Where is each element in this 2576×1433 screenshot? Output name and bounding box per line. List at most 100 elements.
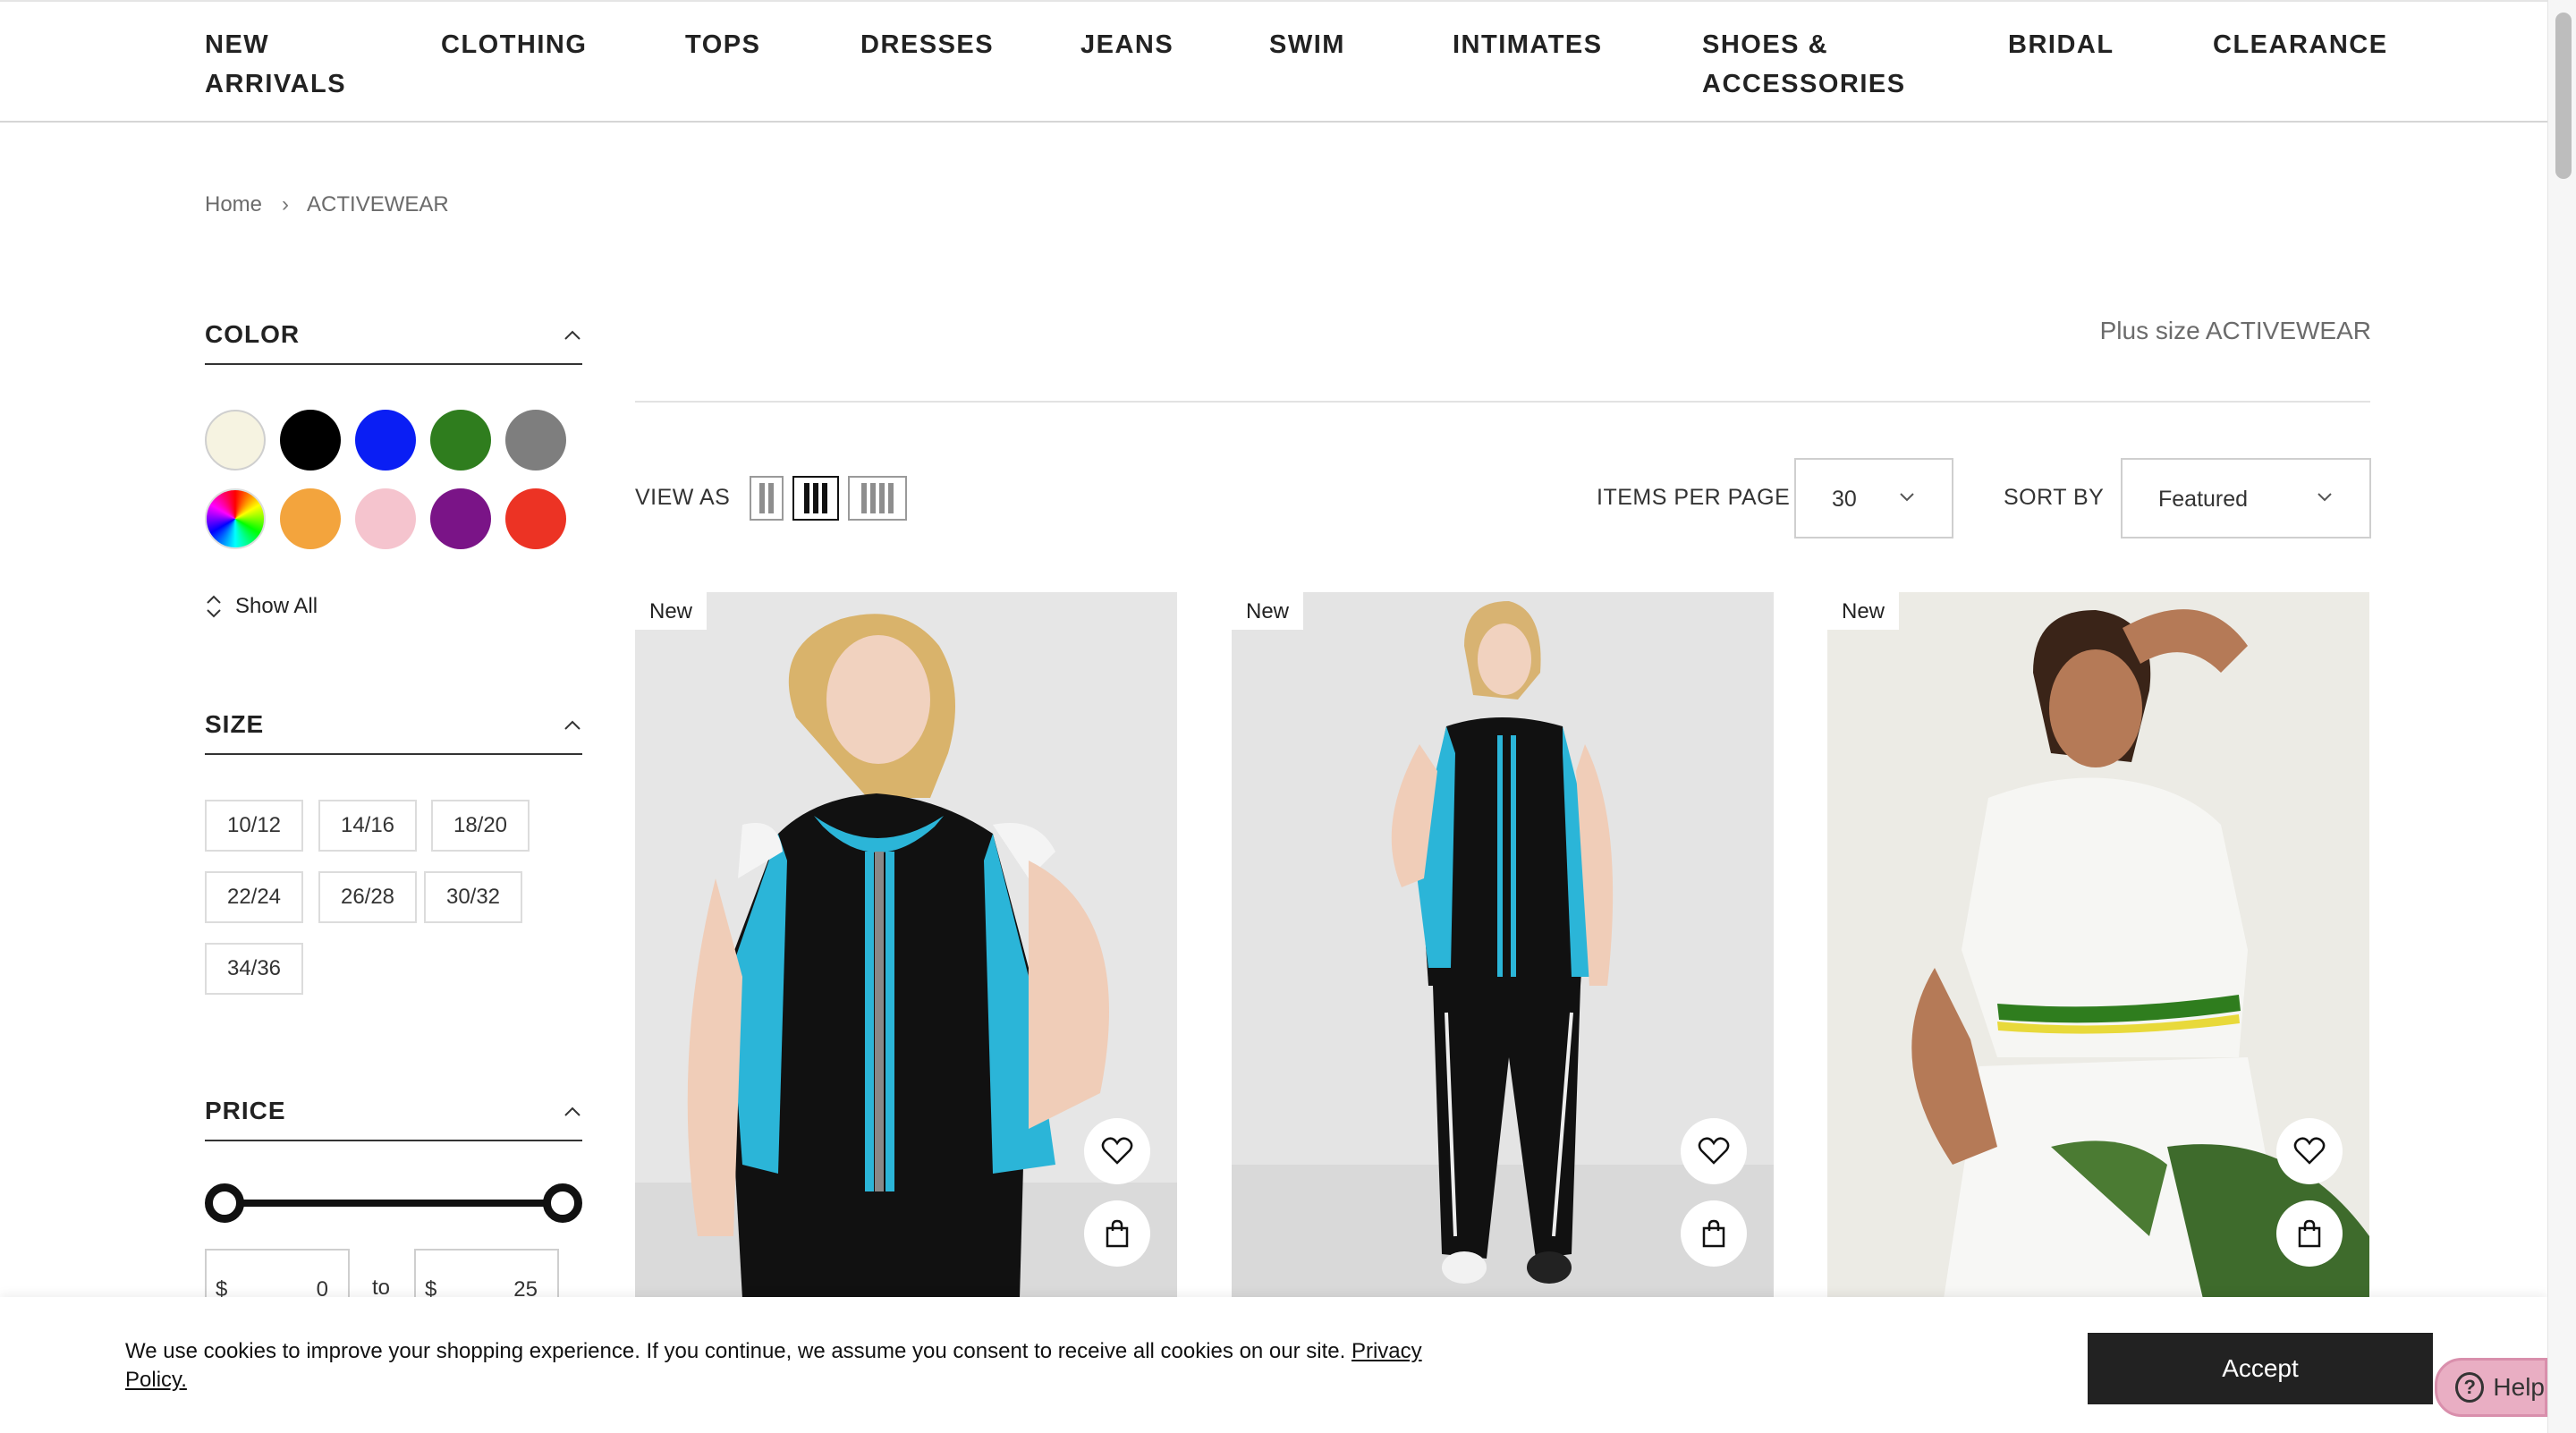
color-swatch-blue[interactable] [355, 410, 416, 471]
add-to-bag-button[interactable] [2276, 1200, 2343, 1267]
nav-bridal[interactable]: BRIDAL [2008, 25, 2114, 64]
product-image [1232, 592, 1774, 1299]
items-per-page-label: ITEMS PER PAGE [1597, 485, 1791, 510]
grid-bar [813, 483, 818, 513]
color-facet-header[interactable]: COLOR [205, 320, 582, 365]
product-card[interactable]: New [1827, 592, 2369, 1299]
cookie-message: We use cookies to improve your shopping … [125, 1337, 1467, 1395]
scrollbar[interactable] [2547, 0, 2576, 1433]
size-option[interactable]: 34/36 [205, 943, 303, 995]
cookie-text: We use cookies to improve your shopping … [125, 1339, 1346, 1363]
wishlist-button[interactable] [2276, 1118, 2343, 1184]
chevron-up-icon[interactable] [563, 716, 582, 735]
grid-bar [861, 483, 867, 513]
color-swatch-orange[interactable] [280, 488, 341, 549]
breadcrumb-home-link[interactable]: Home [205, 192, 262, 217]
nav-jeans[interactable]: JEANS [1080, 25, 1174, 64]
expand-icon [207, 595, 221, 618]
size-facet-header[interactable]: SIZE [205, 710, 582, 755]
wishlist-button[interactable] [1681, 1118, 1747, 1184]
size-option[interactable]: 26/28 [318, 871, 417, 923]
items-per-page-select[interactable]: 30 [1794, 458, 1953, 538]
size-facet-title: SIZE [205, 710, 265, 738]
grid-bar [759, 483, 765, 513]
price-facet-title: PRICE [205, 1097, 286, 1124]
size-option[interactable]: 30/32 [424, 871, 522, 923]
items-per-page-value: 30 [1832, 487, 1857, 512]
price-min-handle[interactable] [205, 1183, 244, 1223]
new-badge: New [635, 592, 708, 630]
new-badge: New [1827, 592, 1900, 630]
view-as-label: VIEW AS [635, 485, 731, 510]
sort-by-label: SORT BY [2004, 485, 2105, 510]
nav-swim[interactable]: SWIM [1269, 25, 1345, 64]
price-range-track[interactable] [222, 1200, 562, 1207]
chevron-up-icon[interactable] [563, 1102, 582, 1122]
wishlist-button[interactable] [1084, 1118, 1150, 1184]
heart-icon [2293, 1137, 2326, 1165]
nav-new-arrivals[interactable]: NEW ARRIVALS [205, 25, 346, 104]
price-min-input[interactable]: $ 0 [205, 1249, 350, 1304]
show-all-colors-button[interactable]: Show All [205, 594, 318, 619]
product-image [1827, 592, 2369, 1299]
show-all-label: Show All [235, 594, 318, 618]
product-card[interactable]: New [1232, 592, 1774, 1299]
new-badge: New [1232, 592, 1304, 630]
color-swatch-purple[interactable] [430, 488, 491, 549]
shopping-bag-icon [1106, 1219, 1129, 1248]
sort-by-value: Featured [2158, 487, 2249, 512]
view-4-columns-button[interactable] [848, 476, 907, 521]
help-icon: ? [2455, 1372, 2485, 1403]
price-max-input[interactable]: $ 25 [414, 1249, 559, 1304]
view-3-columns-button[interactable] [792, 476, 839, 521]
divider [635, 401, 2370, 403]
grid-bar [870, 483, 876, 513]
help-label: Help [2493, 1373, 2545, 1401]
size-option[interactable]: 14/16 [318, 800, 417, 852]
nav-intimates[interactable]: INTIMATES [1453, 25, 1603, 64]
accept-cookies-button[interactable]: Accept [2088, 1333, 2433, 1404]
grid-bar [804, 483, 809, 513]
chevron-down-icon [2318, 493, 2332, 502]
color-swatch-ivory[interactable] [205, 410, 266, 471]
price-max-handle[interactable] [543, 1183, 582, 1223]
scrollbar-thumb[interactable] [2555, 13, 2572, 179]
help-button[interactable]: ? Help [2435, 1358, 2547, 1417]
category-title: Plus size ACTIVEWEAR [2099, 317, 2371, 344]
grid-bar [888, 483, 894, 513]
breadcrumb: Home › ACTIVEWEAR [205, 192, 449, 217]
size-option[interactable]: 18/20 [431, 800, 530, 852]
shopping-bag-icon [2298, 1219, 2321, 1248]
grid-bar [768, 483, 774, 513]
nav-clothing[interactable]: CLOTHING [441, 25, 587, 64]
chevron-up-icon[interactable] [563, 326, 582, 345]
product-image [635, 592, 1177, 1299]
chevron-right-icon: › [282, 192, 290, 216]
color-swatch-black[interactable] [280, 410, 341, 471]
nav-clearance[interactable]: CLEARANCE [2213, 25, 2388, 64]
heart-icon [1698, 1137, 1730, 1165]
color-swatch-red[interactable] [505, 488, 566, 549]
shopping-bag-icon [1702, 1219, 1725, 1248]
add-to-bag-button[interactable] [1681, 1200, 1747, 1267]
product-card[interactable]: New [635, 592, 1177, 1299]
color-swatch-multi[interactable] [205, 488, 266, 549]
nav-dresses[interactable]: DRESSES [860, 25, 994, 64]
cookie-banner: We use cookies to improve your shopping … [0, 1297, 2547, 1433]
top-navigation: NEW ARRIVALS CLOTHING TOPS DRESSES JEANS… [0, 0, 2547, 123]
size-option[interactable]: 10/12 [205, 800, 303, 852]
view-2-columns-button[interactable] [750, 476, 784, 521]
color-swatch-gray[interactable] [505, 410, 566, 471]
nav-tops[interactable]: TOPS [685, 25, 760, 64]
color-facet-title: COLOR [205, 320, 301, 348]
breadcrumb-current: ACTIVEWEAR [307, 192, 449, 216]
price-facet-header[interactable]: PRICE [205, 1097, 582, 1141]
grid-bar [822, 483, 827, 513]
size-option[interactable]: 22/24 [205, 871, 303, 923]
sort-by-select[interactable]: Featured [2121, 458, 2371, 538]
nav-shoes-accessories[interactable]: SHOES & ACCESSORIES [1702, 25, 1906, 104]
color-swatch-green[interactable] [430, 410, 491, 471]
add-to-bag-button[interactable] [1084, 1200, 1150, 1267]
chevron-down-icon [1900, 493, 1914, 502]
color-swatch-pink[interactable] [355, 488, 416, 549]
